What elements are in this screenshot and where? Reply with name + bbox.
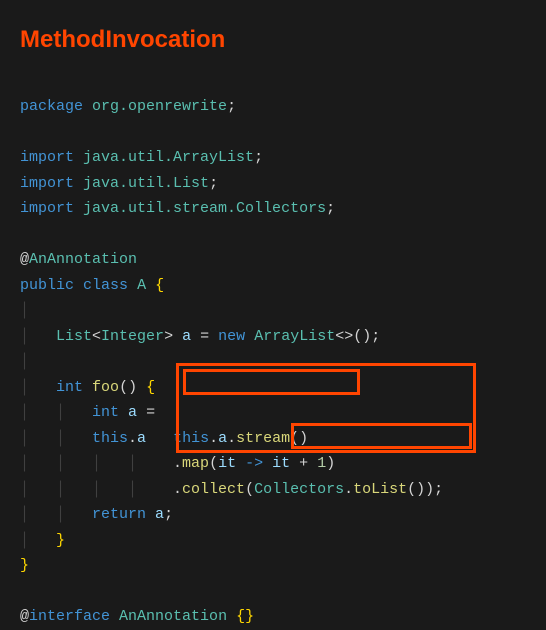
type-arraylist: ArrayList — [254, 328, 335, 345]
line: │ │ return a; — [20, 506, 173, 523]
method-foo: foo — [92, 379, 119, 396]
keyword-import: import — [20, 175, 74, 192]
code-block: package org.openrewrite; import java.uti… — [20, 69, 526, 630]
type-integer: Integer — [101, 328, 164, 345]
line: } — [20, 557, 29, 574]
line: package org.openrewrite; — [20, 98, 236, 115]
var-a: a — [155, 506, 164, 523]
lambda-var: it — [272, 455, 290, 472]
method-stream: stream — [236, 430, 290, 447]
line: │ │ int a = — [20, 404, 155, 421]
import-path: java.util.ArrayList — [83, 149, 254, 166]
keyword-import: import — [20, 149, 74, 166]
keyword-class: class — [83, 277, 128, 294]
field-a: a — [182, 328, 191, 345]
line: public class A { — [20, 277, 164, 294]
field-a: a — [218, 430, 227, 447]
line: │ int foo() { — [20, 379, 155, 396]
keyword-this: this — [173, 430, 209, 447]
line: │ │ this.a this.a.stream() — [20, 430, 308, 447]
field-a: a — [137, 430, 146, 447]
line: │ — [20, 302, 29, 319]
keyword-package: package — [20, 98, 83, 115]
package-name: org.openrewrite — [92, 98, 227, 115]
line: import java.util.ArrayList; — [20, 149, 263, 166]
type-collectors: Collectors — [254, 481, 344, 498]
annotation-name: AnAnnotation — [119, 608, 227, 625]
method-tolist: toList — [353, 481, 407, 498]
line: │ — [20, 353, 29, 370]
keyword-this: this — [92, 430, 128, 447]
at-sign: @ — [20, 251, 29, 268]
class-name: A — [137, 277, 146, 294]
keyword-int: int — [92, 404, 119, 421]
keyword-new: new — [218, 328, 245, 345]
import-path: java.util.List — [83, 175, 209, 192]
keyword-interface: interface — [29, 608, 110, 625]
line: │ │ │ │ .collect(Collectors.toList()); — [20, 481, 443, 498]
keyword-return: return — [92, 506, 146, 523]
line: @AnAnnotation — [20, 251, 137, 268]
annotation-name: AnAnnotation — [29, 251, 137, 268]
keyword-int: int — [56, 379, 83, 396]
method-collect: collect — [182, 481, 245, 498]
at-sign: @ — [20, 608, 29, 625]
line: │ List<Integer> a = new ArrayList<>(); — [20, 328, 380, 345]
line: @interface AnAnnotation {} — [20, 608, 254, 625]
line: import java.util.List; — [20, 175, 218, 192]
line: │ │ │ │ .map(it -> it + 1) — [20, 455, 335, 472]
slide-title: MethodInvocation — [20, 20, 526, 61]
var-a: a — [128, 404, 137, 421]
import-path: java.util.stream.Collectors — [83, 200, 326, 217]
keyword-import: import — [20, 200, 74, 217]
line: import java.util.stream.Collectors; — [20, 200, 335, 217]
lambda-param: it — [218, 455, 236, 472]
keyword-public: public — [20, 277, 74, 294]
type-list: List — [56, 328, 92, 345]
method-map: map — [182, 455, 209, 472]
line: │ } — [20, 532, 65, 549]
literal-one: 1 — [317, 455, 326, 472]
